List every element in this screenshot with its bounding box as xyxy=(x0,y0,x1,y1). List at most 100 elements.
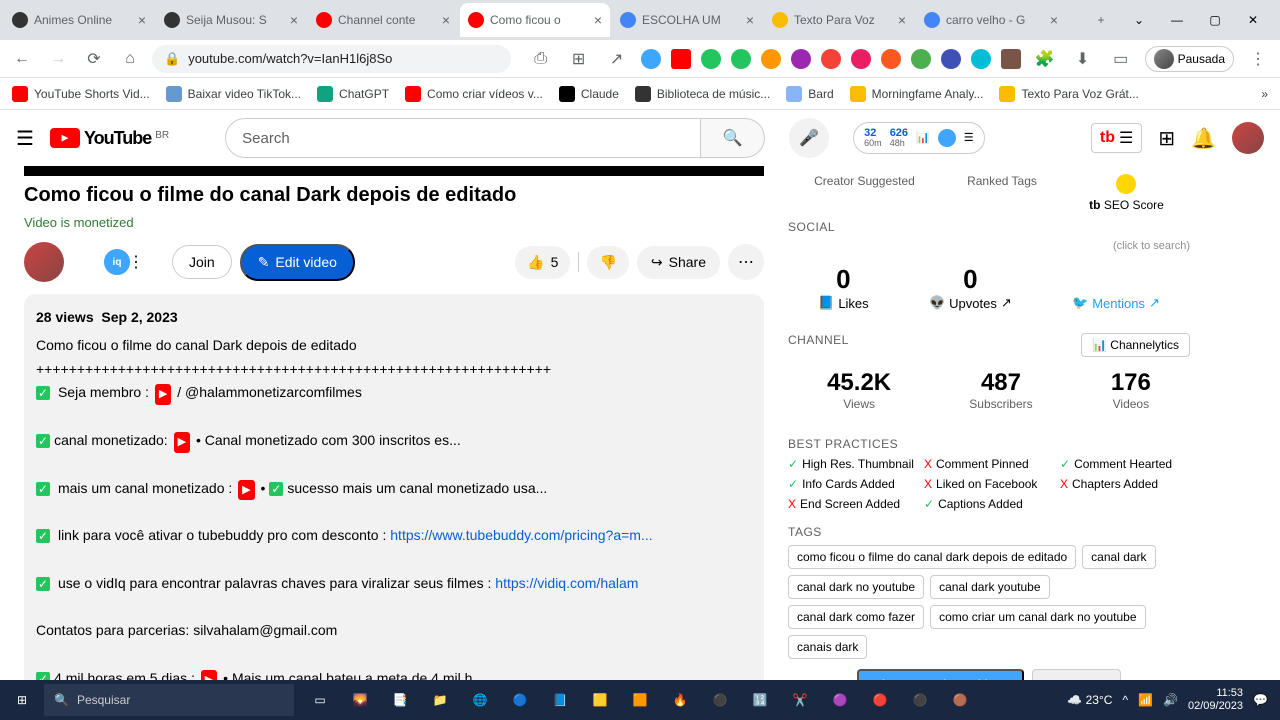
start-button[interactable]: ⊞ xyxy=(4,682,40,718)
bookmark-item[interactable]: Morningfame Analy... xyxy=(850,86,984,102)
capcut-icon[interactable]: ✂️ xyxy=(782,682,818,718)
app-icon[interactable]: 📑 xyxy=(382,682,418,718)
reload-button[interactable]: ⟳ xyxy=(80,45,108,73)
channelytics-button[interactable]: 📊 Channelytics xyxy=(1081,333,1190,357)
ext-icon[interactable] xyxy=(671,49,691,69)
bookmark-item[interactable]: Bard xyxy=(786,86,833,102)
close-tab-icon[interactable]: × xyxy=(290,12,298,28)
browser-tab[interactable]: carro velho - G× xyxy=(916,3,1066,37)
browser-tab[interactable]: ESCOLHA UM× xyxy=(612,3,762,37)
tubebuddy-button[interactable]: tb☰ xyxy=(1091,123,1142,153)
vidiq-badge[interactable]: iq xyxy=(102,247,132,277)
more-actions-button[interactable]: ⋯ xyxy=(728,244,764,280)
ext-icon[interactable] xyxy=(851,49,871,69)
ext-icon[interactable] xyxy=(1001,49,1021,69)
new-tab-button[interactable]: + xyxy=(1086,3,1116,37)
url-input[interactable]: 🔒 youtube.com/watch?v=IanH1l6j8So xyxy=(152,45,511,73)
ext-icon[interactable] xyxy=(641,49,661,69)
app-icon[interactable]: 🟨 xyxy=(582,682,618,718)
ext-icon[interactable] xyxy=(791,49,811,69)
close-tab-icon[interactable]: × xyxy=(1050,12,1058,28)
app-icon[interactable]: 🟣 xyxy=(822,682,858,718)
cast-icon[interactable]: ⎙ xyxy=(527,45,555,73)
description-box[interactable]: 28 views Sep 2, 2023 Como ficou o filme … xyxy=(24,294,764,686)
bookmark-item[interactable]: Baixar video TikTok... xyxy=(166,86,301,102)
user-avatar[interactable] xyxy=(1232,122,1264,154)
youtube-logo[interactable]: YouTube BR xyxy=(50,128,169,149)
search-input[interactable]: Search xyxy=(225,118,701,158)
search-button[interactable]: 🔍 xyxy=(701,118,765,158)
back-button[interactable]: ← xyxy=(8,45,36,73)
menu-icon[interactable]: ⋮ xyxy=(1244,45,1272,73)
chevron-down-icon[interactable]: ⌄ xyxy=(1124,5,1154,35)
hamburger-icon[interactable]: ☰ xyxy=(16,126,34,151)
clock[interactable]: 11:5302/09/2023 xyxy=(1188,687,1243,713)
calculator-icon[interactable]: 🔢 xyxy=(742,682,778,718)
maximize-button[interactable]: ▢ xyxy=(1200,5,1230,35)
task-view-icon[interactable]: ▭ xyxy=(302,682,338,718)
ext-icon[interactable] xyxy=(761,49,781,69)
forward-button[interactable]: → xyxy=(44,45,72,73)
share-button[interactable]: ↪Share xyxy=(637,246,720,279)
ext-icon[interactable] xyxy=(971,49,991,69)
close-tab-icon[interactable]: × xyxy=(138,12,146,28)
browser-tab[interactable]: Animes Online× xyxy=(4,3,154,37)
mentions-link[interactable]: 🐦Mentions↗ xyxy=(1072,295,1160,311)
minimize-button[interactable]: — xyxy=(1162,5,1192,35)
weather-widget[interactable]: ☁️ 23°C xyxy=(1067,693,1112,707)
extensions-icon[interactable]: 🧩 xyxy=(1031,45,1059,73)
tag-chip[interactable]: como ficou o filme do canal dark depois … xyxy=(788,545,1076,569)
ext-icon[interactable] xyxy=(941,49,961,69)
channel-avatar[interactable] xyxy=(24,242,64,282)
tag-chip[interactable]: canal dark xyxy=(1082,545,1155,569)
browser-tab[interactable]: Channel conte× xyxy=(308,3,458,37)
ext-icon[interactable] xyxy=(821,49,841,69)
tray-chevron-icon[interactable]: ^ xyxy=(1122,693,1128,707)
vidiq-stats[interactable]: 3260m 62648h 📊 ☰ xyxy=(853,122,984,154)
bookmark-item[interactable]: Claude xyxy=(559,86,619,102)
create-button[interactable]: ⊞ xyxy=(1158,126,1175,151)
download-icon[interactable]: ⬇ xyxy=(1069,45,1097,73)
opera-icon[interactable]: 🔴 xyxy=(862,682,898,718)
tag-chip[interactable]: como criar um canal dark no youtube xyxy=(930,605,1145,629)
home-button[interactable]: ⌂ xyxy=(116,45,144,73)
edit-video-button[interactable]: ✎Edit video xyxy=(240,244,355,281)
ext-icon[interactable] xyxy=(911,49,931,69)
ext-icon[interactable] xyxy=(701,49,721,69)
chrome-icon[interactable]: 🔵 xyxy=(502,682,538,718)
join-button[interactable]: Join xyxy=(172,245,232,279)
bookmark-item[interactable]: Como criar vídeos v... xyxy=(405,86,543,102)
close-tab-icon[interactable]: × xyxy=(898,12,906,28)
tag-chip[interactable]: canal dark como fazer xyxy=(788,605,924,629)
browser-tab[interactable]: Como ficou o× xyxy=(460,3,610,37)
network-icon[interactable]: 📶 xyxy=(1138,693,1153,707)
close-tab-icon[interactable]: × xyxy=(442,12,450,28)
tag-chip[interactable]: canal dark youtube xyxy=(930,575,1049,599)
install-icon[interactable]: ⊞ xyxy=(565,45,593,73)
app-icon[interactable]: 🟧 xyxy=(622,682,658,718)
app-icon[interactable]: 🔥 xyxy=(662,682,698,718)
like-button[interactable]: 👍5 xyxy=(515,246,570,279)
app-icon[interactable]: 🌄 xyxy=(342,682,378,718)
bookmark-item[interactable]: ChatGPT xyxy=(317,86,389,102)
bookmark-item[interactable]: YouTube Shorts Vid... xyxy=(12,86,150,102)
word-icon[interactable]: 📘 xyxy=(542,682,578,718)
dislike-button[interactable]: 👎 xyxy=(587,246,628,279)
browser-tab[interactable]: Seija Musou: S× xyxy=(156,3,306,37)
edge-icon[interactable]: 🌐 xyxy=(462,682,498,718)
volume-icon[interactable]: 🔊 xyxy=(1163,693,1178,707)
notifications-button[interactable]: 🔔 xyxy=(1191,126,1216,151)
tag-chip[interactable]: canais dark xyxy=(788,635,867,659)
browser-tab[interactable]: Texto Para Voz× xyxy=(764,3,914,37)
notifications-icon[interactable]: 💬 xyxy=(1253,693,1268,707)
profile-chip[interactable]: Pausada xyxy=(1145,46,1234,72)
bookmark-item[interactable]: Biblioteca de músic... xyxy=(635,86,770,102)
bookmarks-overflow[interactable]: » xyxy=(1261,87,1268,101)
close-tab-icon[interactable]: × xyxy=(594,12,602,28)
close-window-button[interactable]: ✕ xyxy=(1238,5,1268,35)
share-icon[interactable]: ↗ xyxy=(603,45,631,73)
bookmark-item[interactable]: Texto Para Voz Grát... xyxy=(999,86,1138,102)
close-tab-icon[interactable]: × xyxy=(746,12,754,28)
ext-icon[interactable] xyxy=(731,49,751,69)
explorer-icon[interactable]: 📁 xyxy=(422,682,458,718)
